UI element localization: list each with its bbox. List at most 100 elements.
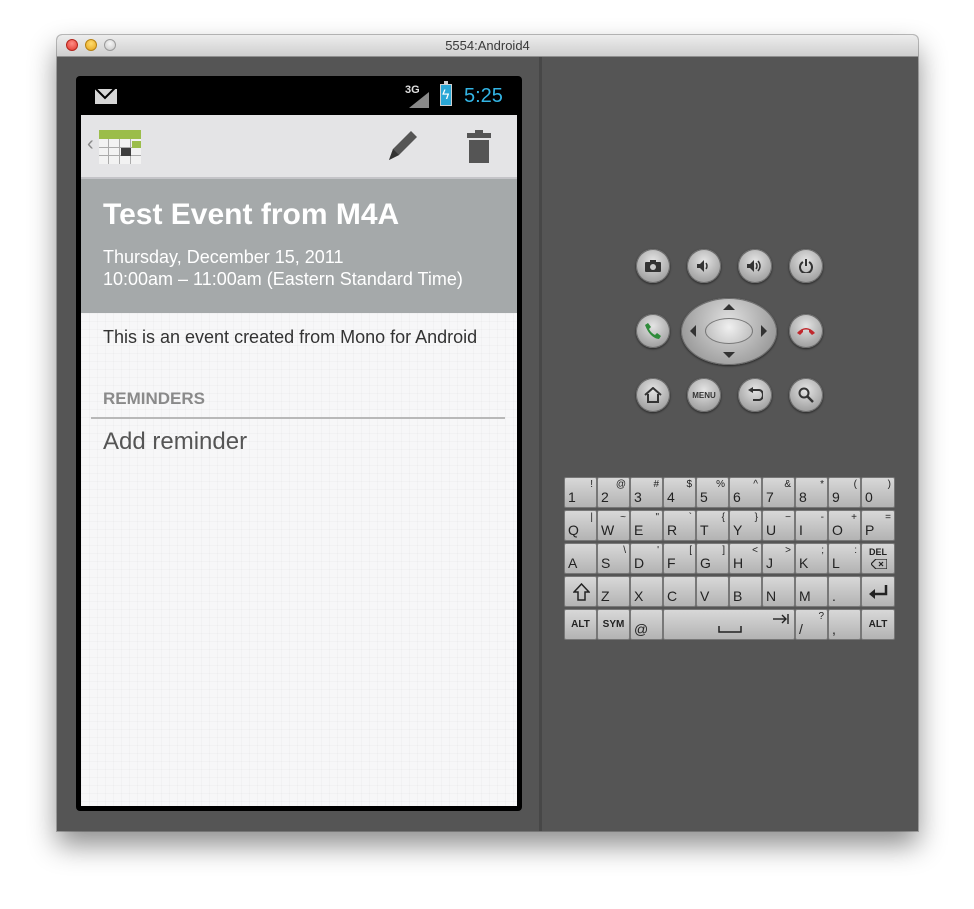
device-frame: 3G 5:25 ‹: [76, 76, 522, 811]
key-s[interactable]: S \: [597, 543, 630, 574]
key-r[interactable]: R `: [663, 510, 696, 541]
key-y[interactable]: Y}: [729, 510, 762, 541]
calendar-app-icon[interactable]: [99, 130, 141, 164]
key-f[interactable]: F[: [663, 543, 696, 574]
key-9[interactable]: 9(: [828, 477, 861, 508]
menu-button[interactable]: MENU: [687, 378, 721, 412]
key-w[interactable]: W ~: [597, 510, 630, 541]
key-g[interactable]: G]: [696, 543, 729, 574]
camera-icon[interactable]: [636, 249, 670, 283]
space-key[interactable]: [663, 609, 795, 640]
dpad[interactable]: [681, 298, 777, 365]
key-t[interactable]: T{: [696, 510, 729, 541]
alt-right-key[interactable]: ALT: [861, 609, 895, 640]
dpad-down-icon[interactable]: [723, 352, 735, 358]
key-v[interactable]: V: [696, 576, 729, 607]
delete-trash-icon[interactable]: [466, 130, 492, 164]
key-period[interactable]: .: [828, 576, 861, 607]
home-icon[interactable]: [636, 378, 670, 412]
key-slash[interactable]: /?: [795, 609, 828, 640]
emulator-window: 5554:Android4 3G 5:25 ‹: [57, 35, 918, 831]
key-3[interactable]: 3 #: [630, 477, 663, 508]
key-i[interactable]: I-: [795, 510, 828, 541]
keyboard-row-qwerty: Q | W ~ E " R ` T{ Y} U − I- O + P =: [564, 510, 898, 542]
signal-3g-icon: 3G: [405, 84, 429, 108]
keyboard-row-numbers: 1! 2 @ 3 # 4 $ 5% 6 ^ 7 & 8 * 9( 0): [564, 477, 898, 509]
action-bar: ‹: [81, 115, 517, 179]
key-5[interactable]: 5%: [696, 477, 729, 508]
key-p[interactable]: P =: [861, 510, 895, 541]
key-8[interactable]: 8 *: [795, 477, 828, 508]
call-icon[interactable]: [636, 314, 670, 348]
key-m[interactable]: M: [795, 576, 828, 607]
key-h[interactable]: H <: [729, 543, 762, 574]
reminders-divider: [91, 417, 505, 419]
key-4[interactable]: 4 $: [663, 477, 696, 508]
status-clock: 5:25: [464, 85, 503, 107]
key-j[interactable]: J >: [762, 543, 795, 574]
key-6[interactable]: 6 ^: [729, 477, 762, 508]
event-time: 10:00am – 11:00am (Eastern Standard Time…: [103, 269, 463, 289]
dpad-center-button[interactable]: [705, 318, 753, 344]
dpad-right-icon[interactable]: [761, 325, 767, 337]
key-7[interactable]: 7 &: [762, 477, 795, 508]
shift-key[interactable]: [564, 576, 597, 607]
keyboard-row-zxcv: Z X C V B N M .: [564, 576, 898, 608]
reminders-heading: REMINDERS: [103, 389, 206, 408]
device-screen[interactable]: 3G 5:25 ‹: [81, 76, 517, 806]
key-comma[interactable]: ,: [828, 609, 861, 640]
dpad-left-icon[interactable]: [690, 325, 696, 337]
volume-down-icon[interactable]: [687, 249, 721, 283]
event-title: Test Event from M4A: [103, 198, 400, 231]
key-z[interactable]: Z: [597, 576, 630, 607]
key-n[interactable]: N: [762, 576, 795, 607]
key-0[interactable]: 0): [861, 477, 895, 508]
alt-left-key[interactable]: ALT: [564, 609, 597, 640]
search-icon[interactable]: [789, 378, 823, 412]
event-details: This is an event created from Mono for A…: [81, 313, 517, 806]
shift-icon: [573, 583, 590, 601]
dpad-up-icon[interactable]: [723, 304, 735, 310]
key-at[interactable]: @: [630, 609, 663, 640]
panel-divider: [539, 57, 542, 831]
key-2[interactable]: 2 @: [597, 477, 630, 508]
network-type-label: 3G: [405, 84, 420, 96]
key-d[interactable]: D ': [630, 543, 663, 574]
key-x[interactable]: X: [630, 576, 663, 607]
key-o[interactable]: O +: [828, 510, 861, 541]
key-l[interactable]: L:: [828, 543, 861, 574]
event-header: Test Event from M4A Thursday, December 1…: [81, 179, 517, 313]
power-icon[interactable]: [789, 249, 823, 283]
key-q[interactable]: Q |: [564, 510, 597, 541]
sym-key[interactable]: SYM: [597, 609, 630, 640]
space-icon: [718, 626, 742, 633]
key-b[interactable]: B: [729, 576, 762, 607]
volume-up-icon[interactable]: [738, 249, 772, 283]
add-reminder-button[interactable]: Add reminder: [103, 428, 247, 456]
backspace-icon: [871, 559, 887, 569]
mail-icon: [95, 89, 117, 104]
key-k[interactable]: K;: [795, 543, 828, 574]
event-date: Thursday, December 15, 2011: [103, 247, 344, 267]
keyboard-row-bottom: ALT SYM @ /? , ALT: [564, 609, 898, 641]
title-bar: 5554:Android4: [57, 35, 918, 57]
event-description: This is an event created from Mono for A…: [103, 327, 478, 347]
key-u[interactable]: U −: [762, 510, 795, 541]
back-icon[interactable]: [738, 378, 772, 412]
edit-pencil-icon[interactable]: [381, 127, 421, 167]
key-c[interactable]: C: [663, 576, 696, 607]
key-e[interactable]: E ": [630, 510, 663, 541]
end-call-icon[interactable]: [789, 314, 823, 348]
up-caret-icon[interactable]: ‹: [87, 134, 94, 154]
key-del[interactable]: DEL: [861, 543, 895, 574]
key-a[interactable]: A: [564, 543, 597, 574]
enter-key[interactable]: [861, 576, 895, 607]
tab-icon: [773, 614, 789, 624]
battery-charging-icon: [440, 81, 452, 106]
window-title: 5554:Android4: [445, 38, 530, 53]
emulator-keyboard: 1! 2 @ 3 # 4 $ 5% 6 ^ 7 & 8 * 9( 0) Q | W ~ E " R…: [564, 477, 898, 640]
status-bar[interactable]: 3G 5:25: [81, 76, 517, 115]
del-key-label: DEL: [869, 547, 887, 557]
menu-button-label: MENU: [692, 390, 716, 400]
key-1[interactable]: 1!: [564, 477, 597, 508]
